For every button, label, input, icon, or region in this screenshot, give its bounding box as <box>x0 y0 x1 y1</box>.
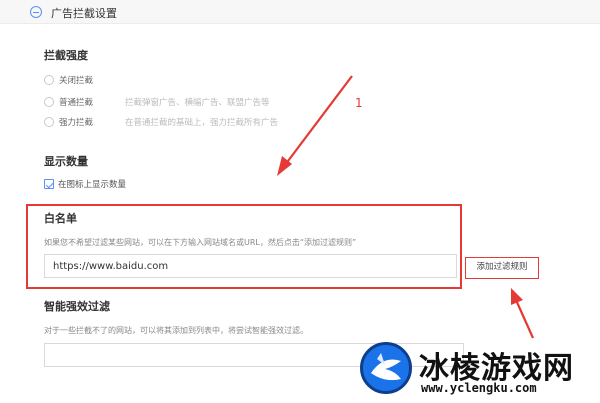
arrow-to-whitelist-icon <box>277 75 353 176</box>
annotation-number: 1 <box>355 96 363 110</box>
arrow-to-add-button-icon <box>511 288 535 339</box>
site-logo-icon <box>360 342 412 394</box>
watermark-url: www.yclengku.com <box>421 381 537 395</box>
site-watermark: 冰棱游戏网 www.yclengku.com <box>355 339 600 403</box>
